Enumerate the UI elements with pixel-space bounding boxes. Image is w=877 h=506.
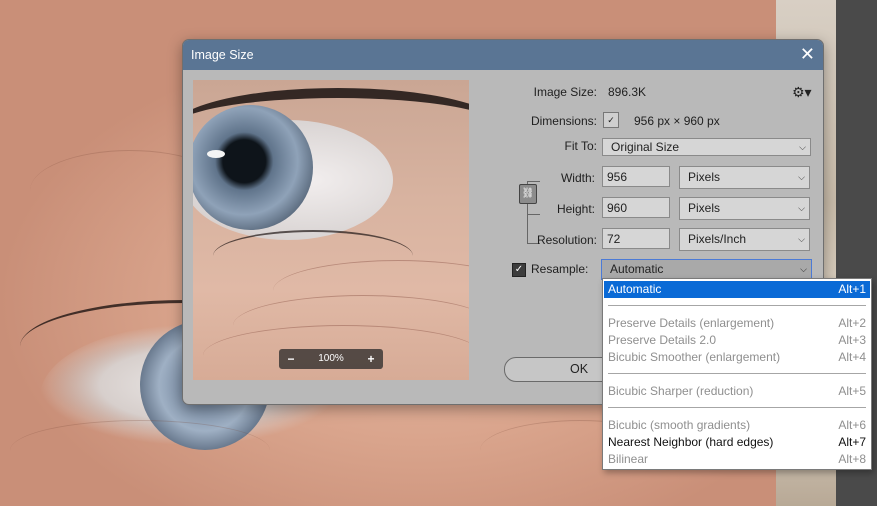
option-label: Preserve Details (enlargement) xyxy=(608,316,775,330)
chevron-down-icon[interactable]: ✓ xyxy=(603,112,619,128)
link-icon[interactable]: ⛓ xyxy=(519,184,537,204)
option-label: Preserve Details 2.0 xyxy=(608,333,717,347)
option-shortcut: Alt+6 xyxy=(838,418,866,432)
chevron-down-icon: ⌵ xyxy=(798,172,805,182)
option-shortcut: Alt+2 xyxy=(838,316,866,330)
height-unit-value: Pixels xyxy=(688,201,721,215)
resample-dropdown-list: Automatic Alt+1 Preserve Details (enlarg… xyxy=(602,278,872,470)
option-shortcut: Alt+4 xyxy=(838,350,866,364)
dialog-titlebar[interactable]: Image Size ✕ xyxy=(183,40,823,70)
resample-option-preserve-details[interactable]: Preserve Details (enlargement) Alt+2 xyxy=(604,315,870,332)
width-unit-select[interactable]: Pixels ⌵ xyxy=(679,166,810,189)
dropdown-divider xyxy=(608,407,866,408)
width-unit-value: Pixels xyxy=(688,170,721,184)
background-wrinkle xyxy=(10,420,270,481)
dropdown-divider xyxy=(608,373,866,374)
option-label: Bicubic Sharper (reduction) xyxy=(608,384,754,398)
zoom-in-button[interactable]: + xyxy=(363,351,379,367)
resample-option-nearest-neighbor[interactable]: Nearest Neighbor (hard edges) Alt+7 xyxy=(604,434,870,451)
resolution-unit-value: Pixels/Inch xyxy=(688,232,747,246)
resolution-unit-select[interactable]: Pixels/Inch ⌵ xyxy=(679,228,810,251)
option-shortcut: Alt+1 xyxy=(838,282,866,296)
resample-option-automatic[interactable]: Automatic Alt+1 xyxy=(604,281,870,298)
image-preview[interactable]: − 100% + xyxy=(193,80,469,380)
image-size-label: Image Size: xyxy=(533,85,597,99)
option-shortcut: Alt+5 xyxy=(838,384,866,398)
resolution-label: Resolution: xyxy=(536,233,597,247)
gear-icon[interactable]: ⚙▾ xyxy=(792,84,812,101)
option-shortcut: Alt+3 xyxy=(838,333,866,347)
preview-eyelid xyxy=(193,88,469,168)
width-input[interactable]: 956 xyxy=(602,166,670,187)
resample-value: Automatic xyxy=(610,262,664,276)
zoom-control: − 100% + xyxy=(279,349,383,369)
chevron-down-icon: ⌵ xyxy=(800,264,807,274)
dropdown-divider xyxy=(608,305,866,306)
resample-option-preserve-details-2[interactable]: Preserve Details 2.0 Alt+3 xyxy=(604,332,870,349)
height-label: Height: xyxy=(556,202,595,216)
chevron-down-icon: ⌵ xyxy=(799,142,806,152)
resolution-input[interactable]: 72 xyxy=(602,228,670,249)
resample-option-bilinear[interactable]: Bilinear Alt+8 xyxy=(604,451,870,468)
resample-label: Resample: xyxy=(531,262,589,276)
height-unit-select[interactable]: Pixels ⌵ xyxy=(679,197,810,220)
option-label: Bicubic (smooth gradients) xyxy=(608,418,751,432)
fit-to-select[interactable]: Original Size ⌵ xyxy=(602,138,811,156)
resample-option-bicubic-smoother[interactable]: Bicubic Smoother (enlargement) Alt+4 xyxy=(604,349,870,366)
resample-checkbox[interactable]: ✓ xyxy=(512,263,526,277)
option-label: Bilinear xyxy=(608,452,649,466)
dimensions-label: Dimensions: xyxy=(530,114,597,128)
close-icon[interactable]: ✕ xyxy=(800,44,815,64)
resample-option-bicubic[interactable]: Bicubic (smooth gradients) Alt+6 xyxy=(604,417,870,434)
dimensions-value: 956 px × 960 px xyxy=(634,114,720,128)
width-label: Width: xyxy=(560,171,595,185)
chevron-down-icon: ⌵ xyxy=(798,203,805,213)
option-shortcut: Alt+8 xyxy=(838,452,866,466)
resample-option-bicubic-sharper[interactable]: Bicubic Sharper (reduction) Alt+5 xyxy=(604,383,870,400)
option-shortcut: Alt+7 xyxy=(838,435,866,449)
chevron-down-icon: ⌵ xyxy=(798,234,805,244)
fit-to-value: Original Size xyxy=(611,140,680,154)
fit-to-label: Fit To: xyxy=(564,139,597,153)
option-label: Bicubic Smoother (enlargement) xyxy=(608,350,781,364)
dialog-title: Image Size xyxy=(191,48,254,62)
option-label: Automatic xyxy=(608,282,662,296)
option-label: Nearest Neighbor (hard edges) xyxy=(608,435,774,449)
height-input[interactable]: 960 xyxy=(602,197,670,218)
image-size-value: 896.3K xyxy=(608,85,647,99)
resample-select[interactable]: Automatic ⌵ xyxy=(601,259,812,280)
